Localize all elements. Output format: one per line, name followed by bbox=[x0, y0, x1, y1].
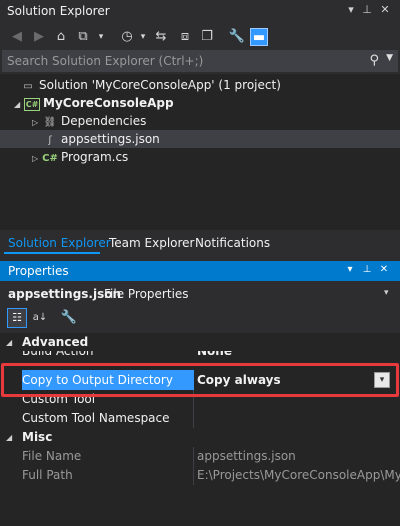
close-icon[interactable]: ✕ bbox=[378, 3, 392, 17]
show-all-files-icon[interactable]: ❐ bbox=[198, 28, 216, 46]
tree-item-solution[interactable]: ▭ Solution 'MyCoreConsoleApp' (1 project) bbox=[0, 76, 400, 94]
tree-item-appsettings[interactable]: ʃ appsettings.json bbox=[0, 130, 400, 148]
grid-divider[interactable] bbox=[193, 447, 194, 466]
object-type: File Properties bbox=[104, 287, 189, 301]
property-row-build-action[interactable]: Build Action None bbox=[0, 351, 400, 361]
property-row-custom-tool-namespace[interactable]: Custom Tool Namespace bbox=[0, 409, 400, 428]
pending-changes-dropdown-icon[interactable]: ▾ bbox=[134, 28, 152, 46]
dropdown-icon[interactable]: ▾ bbox=[344, 264, 356, 277]
csharp-file-icon: C# bbox=[42, 153, 58, 164]
expanded-arrow-icon[interactable]: ◢ bbox=[6, 428, 12, 447]
collapsed-arrow-icon[interactable]: ▷ bbox=[32, 114, 42, 132]
back-icon[interactable]: ◀ bbox=[8, 28, 26, 46]
tab-notifications[interactable]: Notifications bbox=[195, 236, 270, 250]
categorized-icon[interactable]: ☷ bbox=[7, 308, 27, 328]
pin-icon[interactable]: ⊥ bbox=[360, 3, 374, 17]
sync-icon[interactable]: ⇆ bbox=[152, 28, 170, 46]
properties-title: Properties bbox=[8, 264, 69, 278]
home-icon[interactable]: ⌂ bbox=[52, 28, 70, 46]
search-icon[interactable]: ⚲ bbox=[369, 53, 379, 68]
grid-divider[interactable] bbox=[193, 466, 194, 485]
search-box: ⚲ ▼ bbox=[2, 50, 398, 72]
grid-divider[interactable] bbox=[193, 409, 194, 428]
csharp-project-icon: C# bbox=[24, 98, 40, 111]
panel-title: Solution Explorer bbox=[7, 4, 110, 18]
close-icon[interactable]: ✕ bbox=[378, 264, 390, 277]
category-misc[interactable]: ◢ Misc bbox=[0, 428, 400, 447]
collapsed-arrow-icon[interactable]: ▷ bbox=[32, 150, 42, 168]
collapse-all-icon[interactable]: ⧈ bbox=[176, 28, 194, 46]
property-row-full-path[interactable]: Full Path E:\Projects\MyCoreConsoleApp\M… bbox=[0, 466, 400, 485]
tab-solution-explorer[interactable]: Solution Explorer bbox=[8, 236, 111, 250]
active-tab-indicator bbox=[4, 252, 100, 254]
expanded-arrow-icon[interactable]: ◢ bbox=[14, 96, 24, 114]
property-grid: ◢ Advanced Build Action None Copy to Out… bbox=[0, 333, 400, 526]
tree-item-program[interactable]: ▷ C# Program.cs bbox=[0, 148, 400, 166]
tree-item-project[interactable]: ◢ C# MyCoreConsoleApp bbox=[0, 94, 400, 112]
preview-selected-icon[interactable]: ▬ bbox=[250, 28, 268, 46]
property-row-file-name[interactable]: File Name appsettings.json bbox=[0, 447, 400, 466]
highlight-box bbox=[1, 363, 399, 397]
solution-tree: ▭ Solution 'MyCoreConsoleApp' (1 project)… bbox=[0, 74, 400, 230]
chevron-down-icon[interactable]: ▾ bbox=[384, 288, 389, 298]
expanded-arrow-icon[interactable]: ◢ bbox=[6, 333, 12, 352]
property-pages-wrench-icon[interactable]: 🔧 bbox=[60, 309, 78, 327]
properties-wrench-icon[interactable]: 🔧 bbox=[228, 28, 246, 46]
alphabetical-icon[interactable]: a↓ bbox=[31, 309, 49, 327]
switch-views-dropdown-icon[interactable]: ▾ bbox=[92, 28, 110, 46]
switch-views-icon[interactable]: ⧉ bbox=[74, 28, 92, 46]
tree-item-dependencies[interactable]: ▷ ⛓ Dependencies bbox=[0, 112, 400, 130]
pin-icon[interactable]: ⊥ bbox=[361, 264, 373, 277]
search-options-dropdown-icon[interactable]: ▼ bbox=[386, 53, 393, 63]
search-input[interactable] bbox=[7, 52, 367, 70]
dropdown-icon[interactable]: ▾ bbox=[344, 3, 358, 17]
tab-team-explorer[interactable]: Team Explorer bbox=[109, 236, 195, 250]
category-advanced[interactable]: ◢ Advanced bbox=[0, 333, 400, 352]
forward-icon[interactable]: ▶ bbox=[30, 28, 48, 46]
